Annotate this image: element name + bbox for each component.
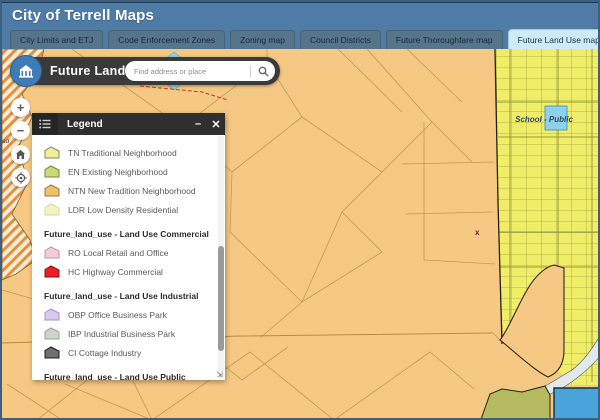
legend-swatch-icon (44, 146, 60, 159)
resize-arrow-icon[interactable]: ⇲ (216, 370, 223, 379)
minimize-button[interactable]: – (189, 118, 207, 130)
search-input[interactable] (125, 61, 250, 81)
app-window: School - Public x ad City of Terrell Map… (0, 0, 600, 420)
map-marker-x: x (475, 228, 480, 237)
legend-section-header: Future_land_use - Land Use Public (44, 372, 225, 380)
tab-future-thoroughfare-map[interactable]: Future Thoroughfare map (386, 30, 503, 49)
legend-panel: Legend – ✕ TN Traditional Neighborhood EN… (32, 113, 225, 380)
tab-code-enforcement-zones[interactable]: Code Enforcement Zones (108, 30, 225, 49)
legend-swatch-icon (44, 203, 60, 216)
tab-council-districts[interactable]: Council Districts (300, 30, 381, 49)
school-label: School - Public (515, 115, 573, 124)
legend-item-label: EN Existing Neighborhood (68, 167, 168, 177)
legend-swatch-icon (44, 184, 60, 197)
city-logo (10, 55, 42, 87)
minus-icon: − (17, 124, 25, 137)
legend-title: Legend (67, 119, 189, 130)
search-button[interactable] (251, 61, 275, 81)
legend-item: RO Local Retail and Office (44, 243, 225, 262)
zoom-in-button[interactable]: + (11, 98, 30, 117)
list-icon (39, 119, 51, 129)
legend-swatch-icon (44, 246, 60, 259)
legend-item-label: CI Cottage Industry (68, 348, 141, 358)
tab-city-limits-and-etj[interactable]: City Limits and ETJ (10, 30, 103, 49)
locate-icon (15, 172, 27, 184)
plus-icon: + (17, 101, 25, 114)
legend-item-label: OBP Office Business Park (68, 310, 167, 320)
legend-item: TN Traditional Neighborhood (44, 143, 225, 162)
legend-header[interactable]: Legend – ✕ (32, 113, 225, 135)
legend-scrollbar[interactable] (218, 136, 224, 379)
legend-item: OBP Office Business Park (44, 305, 225, 324)
locate-button[interactable] (11, 168, 30, 187)
legend-item-label: NTN New Tradition Neighborhood (68, 186, 196, 196)
building-icon (17, 62, 35, 80)
street-label-fragment: ad (2, 138, 10, 145)
legend-body: TN Traditional Neighborhood EN Existing N… (32, 135, 225, 380)
legend-item: LDR Low Density Residential (44, 200, 225, 219)
zoom-out-button[interactable]: − (11, 121, 30, 140)
legend-item-label: IBP Industrial Business Park (68, 329, 175, 339)
legend-section-header: Future_land_use - Land Use Industrial (44, 291, 225, 301)
page-title: City of Terrell Maps (12, 7, 154, 24)
legend-swatch-icon (44, 308, 60, 321)
legend-swatch-icon (44, 346, 60, 359)
tab-zoning-map[interactable]: Zoning map (230, 30, 295, 49)
legend-item: HC Highway Commercial (44, 262, 225, 281)
search-box (125, 61, 275, 81)
close-button[interactable]: ✕ (207, 118, 225, 131)
legend-swatch-icon (44, 327, 60, 340)
legend-swatch-icon (44, 165, 60, 178)
legend-item: CI Cottage Industry (44, 343, 225, 362)
legend-swatch-icon (44, 265, 60, 278)
legend-item-label: RO Local Retail and Office (68, 248, 168, 258)
scrollbar-thumb[interactable] (218, 246, 224, 351)
legend-section-header: Future_land_use - Land Use Commercial (44, 229, 225, 239)
home-icon (15, 149, 26, 160)
legend-item-label: HC Highway Commercial (68, 267, 163, 277)
app-header: City of Terrell Maps City Limits and ETJ… (2, 2, 598, 49)
legend-item-label: TN Traditional Neighborhood (68, 148, 177, 158)
legend-item-label: LDR Low Density Residential (68, 205, 178, 215)
legend-item: IBP Industrial Business Park (44, 324, 225, 343)
legend-menu-button[interactable] (32, 113, 58, 135)
legend-item: EN Existing Neighborhood (44, 162, 225, 181)
home-button[interactable] (11, 145, 30, 164)
map-title-bar: Future Land Use (10, 57, 280, 85)
water-area (554, 388, 600, 420)
search-icon (258, 66, 269, 77)
tab-bar: City Limits and ETJ Code Enforcement Zone… (10, 29, 600, 49)
tab-future-land-use-map[interactable]: Future Land Use map (508, 29, 600, 49)
legend-item: NTN New Tradition Neighborhood (44, 181, 225, 200)
